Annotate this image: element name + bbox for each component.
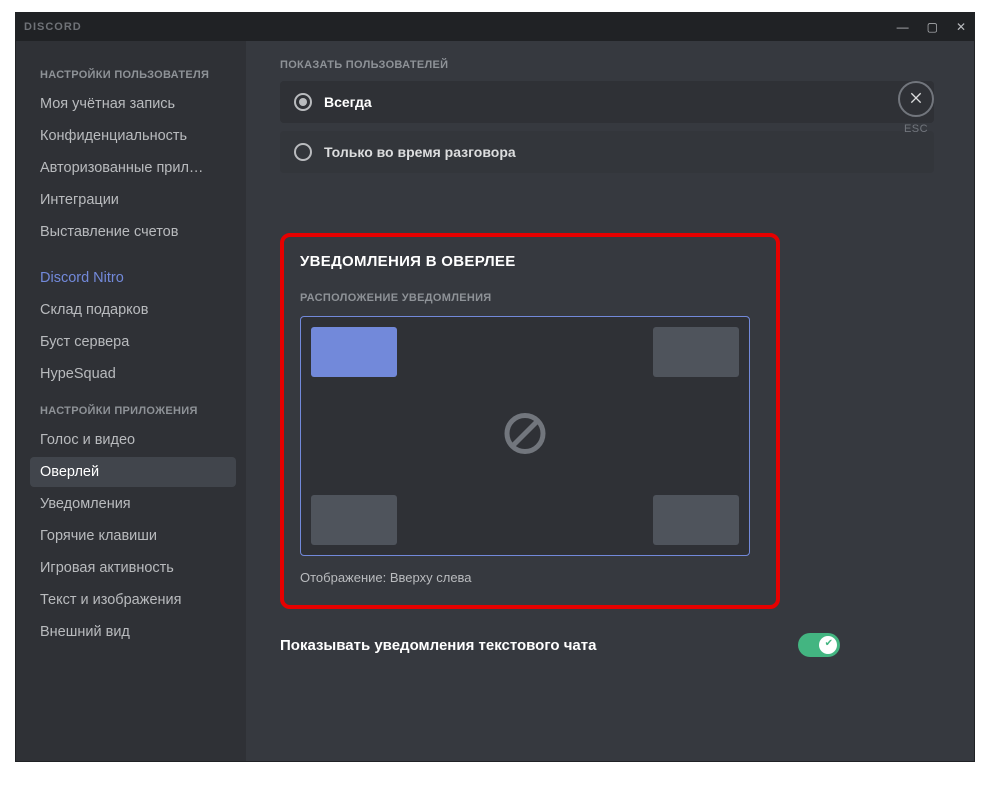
titlebar: DISCORD — ▢ ✕ — [16, 13, 974, 41]
sidebar-item-overlay[interactable]: Оверлей — [30, 457, 236, 487]
sidebar-item-account[interactable]: Моя учётная запись — [30, 89, 236, 119]
text-chat-notification-row: Показывать уведомления текстового чата ✔ — [280, 633, 840, 657]
show-users-label: ПОКАЗАТЬ ПОЛЬЗОВАТЕЛЕЙ — [280, 59, 934, 71]
sidebar-item-text-images[interactable]: Текст и изображения — [30, 585, 236, 615]
overlay-notifications-title: УВЕДОМЛЕНИЯ В ОВЕРЛЕЕ — [300, 253, 760, 270]
radio-unselected-icon — [294, 143, 312, 161]
radio-always[interactable]: Всегда — [280, 81, 934, 123]
radio-always-label: Всегда — [324, 94, 372, 110]
sidebar-header-user: НАСТРОЙКИ ПОЛЬЗОВАТЕЛЯ — [40, 69, 236, 81]
sidebar-item-authorized-apps[interactable]: Авторизованные прил… — [30, 153, 236, 183]
position-disable-button[interactable] — [501, 410, 549, 463]
text-chat-toggle[interactable]: ✔ — [798, 633, 840, 657]
window-controls: — ▢ ✕ — [897, 20, 966, 34]
maximize-button[interactable]: ▢ — [927, 20, 938, 34]
position-display-text: Отображение: Вверху слева — [300, 570, 760, 585]
app-window: DISCORD — ▢ ✕ НАСТРОЙКИ ПОЛЬЗОВАТЕЛЯ Моя… — [15, 12, 975, 762]
sidebar-header-app: НАСТРОЙКИ ПРИЛОЖЕНИЯ — [40, 405, 236, 417]
sidebar-item-privacy[interactable]: Конфиденциальность — [30, 121, 236, 151]
sidebar-item-notifications[interactable]: Уведомления — [30, 489, 236, 519]
text-chat-toggle-label: Показывать уведомления текстового чата — [280, 637, 596, 654]
sidebar-item-nitro[interactable]: Discord Nitro — [30, 263, 236, 293]
radio-only-talking[interactable]: Только во время разговора — [280, 131, 934, 173]
sidebar-item-game-activity[interactable]: Игровая активность — [30, 553, 236, 583]
position-top-left[interactable] — [311, 327, 397, 377]
sidebar-item-billing[interactable]: Выставление счетов — [30, 217, 236, 247]
settings-sidebar: НАСТРОЙКИ ПОЛЬЗОВАТЕЛЯ Моя учётная запис… — [16, 41, 246, 761]
close-icon — [908, 89, 924, 110]
close-esc-container: ESC — [898, 81, 934, 135]
check-icon: ✔ — [825, 638, 833, 649]
disable-icon — [501, 445, 549, 462]
sidebar-item-voice-video[interactable]: Голос и видео — [30, 425, 236, 455]
overlay-notifications-highlight: УВЕДОМЛЕНИЯ В ОВЕРЛЕЕ РАСПОЛОЖЕНИЕ УВЕДО… — [280, 233, 780, 609]
sidebar-item-integrations[interactable]: Интеграции — [30, 185, 236, 215]
position-bottom-right[interactable] — [653, 495, 739, 545]
position-top-right[interactable] — [653, 327, 739, 377]
app-name: DISCORD — [24, 21, 82, 33]
notification-position-selector — [300, 316, 750, 556]
body: НАСТРОЙКИ ПОЛЬЗОВАТЕЛЯ Моя учётная запис… — [16, 41, 974, 761]
sidebar-item-hypesquad[interactable]: HypeSquad — [30, 359, 236, 389]
close-settings-button[interactable] — [898, 81, 934, 117]
window-close-button[interactable]: ✕ — [956, 20, 966, 34]
settings-main: ESC ПОКАЗАТЬ ПОЛЬЗОВАТЕЛЕЙ Всегда Только… — [246, 41, 974, 761]
position-bottom-left[interactable] — [311, 495, 397, 545]
esc-label: ESC — [898, 123, 934, 135]
sidebar-item-gift-inventory[interactable]: Склад подарков — [30, 295, 236, 325]
notification-position-label: РАСПОЛОЖЕНИЕ УВЕДОМЛЕНИЯ — [300, 292, 760, 304]
sidebar-item-server-boost[interactable]: Буст сервера — [30, 327, 236, 357]
radio-selected-icon — [294, 93, 312, 111]
radio-talking-label: Только во время разговора — [324, 144, 516, 160]
sidebar-item-keybinds[interactable]: Горячие клавиши — [30, 521, 236, 551]
sidebar-item-appearance[interactable]: Внешний вид — [30, 617, 236, 647]
minimize-button[interactable]: — — [897, 20, 909, 34]
